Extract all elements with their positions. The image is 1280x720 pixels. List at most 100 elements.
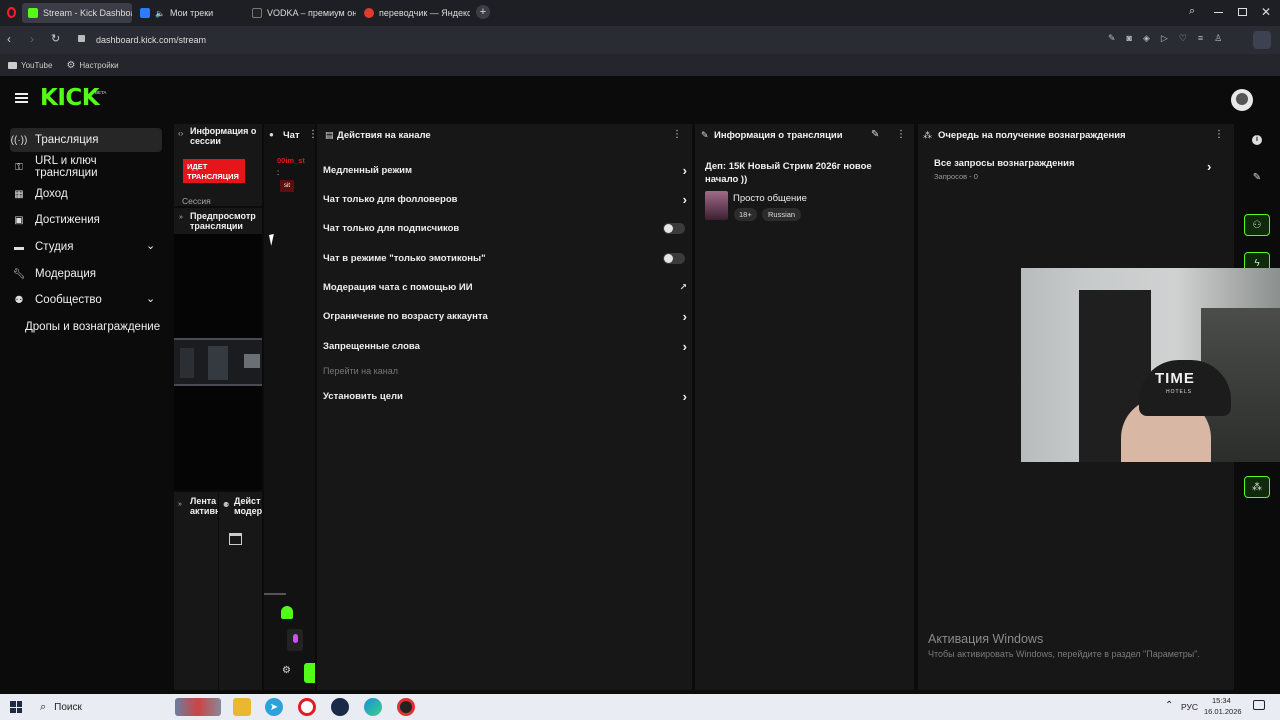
file-explorer-icon[interactable]	[233, 698, 251, 716]
play-icon[interactable]: ▷	[1161, 33, 1168, 44]
row-label: Чат только для фолловеров	[323, 193, 458, 205]
shield-icon[interactable]: ◈	[1143, 33, 1150, 44]
ghost-emote-icon[interactable]	[281, 606, 293, 619]
kick-logo[interactable]: KICK	[40, 85, 100, 111]
hamburger-menu-icon[interactable]	[15, 93, 28, 103]
menu-icon[interactable]: ≡	[1198, 33, 1203, 44]
extension-icon[interactable]	[1253, 31, 1271, 49]
minimize-icon[interactable]	[1214, 12, 1223, 13]
bookmark-label: YouTube	[21, 60, 53, 70]
camera-icon[interactable]: ◙	[1127, 33, 1132, 44]
taskbar-date[interactable]: 16.01.2026	[1204, 707, 1242, 716]
taskbar-search[interactable]: ⌕ Поиск	[34, 697, 169, 717]
sidebar-item-achievements[interactable]: ▣ Достижения	[10, 208, 162, 232]
profile-icon[interactable]: ♙	[1214, 33, 1222, 44]
emote-only-row[interactable]: Чат в режиме "только эмотиконы"	[323, 249, 687, 267]
sidebar-item-studio[interactable]: ▬ Студия ⌄	[10, 235, 162, 259]
telegram-icon[interactable]: ➤	[265, 698, 283, 716]
windows-start-icon[interactable]	[10, 701, 22, 713]
notifications-icon[interactable]	[1253, 700, 1265, 710]
opera-logo-icon[interactable]	[7, 7, 16, 18]
browser-action-icons[interactable]: ✎ ◙ ◈ ▷ ♡ ≡ ♙	[1108, 33, 1222, 44]
tab-my-tracks[interactable]: 🔈 Мои треки	[134, 3, 244, 23]
edge-icon[interactable]	[364, 698, 382, 716]
emote-only-toggle[interactable]	[663, 252, 685, 264]
rewards-shortcut-icon[interactable]: ⁂	[1244, 476, 1270, 498]
sidebar-item-community[interactable]: ⚉ Сообщество ⌄	[10, 288, 162, 312]
actions-icon[interactable]: ⚈	[223, 501, 229, 509]
back-icon[interactable]: ‹	[7, 32, 11, 46]
category-name[interactable]: Просто общение	[733, 193, 807, 204]
go-to-channel-link[interactable]: Перейти на канал	[323, 362, 687, 380]
chevron-down-icon[interactable]: ⌄	[146, 292, 155, 305]
more-icon[interactable]: ⋮	[672, 129, 682, 140]
bookmark-youtube[interactable]: YouTube	[8, 61, 52, 70]
ai-moderation-row[interactable]: Модерация чата с помощью ИИ ↗	[323, 278, 687, 296]
raid-icon[interactable]: ⚇	[1244, 214, 1270, 236]
colon-text: :	[277, 168, 280, 177]
obs-icon[interactable]	[397, 698, 415, 716]
account-age-row[interactable]: Ограничение по возрасту аккаунта ›	[323, 307, 687, 325]
tag-language[interactable]: Russian	[762, 208, 802, 221]
maximize-icon[interactable]	[1238, 8, 1247, 16]
more-icon[interactable]: ⋮	[1214, 129, 1224, 140]
category-thumbnail[interactable]	[705, 191, 728, 220]
language-indicator[interactable]: РУС	[1181, 702, 1198, 712]
info-icon[interactable]: i	[1244, 129, 1270, 151]
close-window-icon[interactable]: ✕	[1261, 5, 1271, 19]
slow-mode-row[interactable]: Медленный режим ›	[323, 161, 687, 179]
money-icon: ▦	[14, 188, 24, 200]
tag-18plus[interactable]: 18+	[734, 208, 757, 221]
tab-kick-dashboard[interactable]: Stream - Kick Dashboard	[22, 3, 132, 23]
chevron-down-icon[interactable]: ⌄	[146, 239, 155, 252]
steam-icon[interactable]	[331, 698, 349, 716]
more-icon[interactable]: ⋮	[896, 129, 906, 140]
expand-icon[interactable]: »	[179, 214, 183, 221]
requests-count: Запросов - 0	[934, 172, 978, 181]
key-icon: ⚿	[15, 161, 23, 173]
all-requests-row[interactable]: Все запросы вознаграждения Запросов - 0 …	[926, 154, 1226, 184]
sidebar-item-url-key[interactable]: ⚿ URL и ключ трансляции	[10, 155, 162, 179]
actions-panel-icon: ▤	[325, 130, 334, 140]
bookmark-settings[interactable]: ⚙ Настройки	[66, 60, 118, 71]
forward-icon[interactable]: ›	[30, 32, 34, 46]
mod-log-icon[interactable]	[229, 533, 242, 545]
avatar[interactable]	[1231, 89, 1253, 111]
widgets-icon[interactable]	[175, 698, 221, 716]
edit-icon[interactable]: ✎	[1108, 33, 1116, 44]
heart-icon[interactable]: ♡	[1179, 33, 1187, 44]
search-tabs-icon[interactable]: ⌕	[1189, 5, 1195, 18]
sidebar-item-drops[interactable]: Дропы и вознаграждение	[10, 315, 162, 339]
banned-words-row[interactable]: Запрещенные слова ›	[323, 337, 687, 355]
tray-chevron-icon[interactable]: ⌃	[1165, 700, 1173, 711]
new-tab-icon[interactable]: +	[476, 5, 490, 19]
session-label: Сессия	[182, 196, 211, 206]
sidebar-item-income[interactable]: ▦ Доход	[10, 182, 162, 206]
chat-username[interactable]: 00im_st	[277, 156, 315, 165]
tab-vodka[interactable]: VODKA – премиум онла	[246, 3, 356, 23]
drag-handle-icon[interactable]: ‹›	[178, 129, 183, 138]
mic-icon[interactable]	[287, 629, 303, 651]
taskbar-time[interactable]: 15:34	[1212, 696, 1231, 705]
subscribers-only-toggle[interactable]	[663, 222, 685, 234]
opera-icon[interactable]	[298, 698, 316, 716]
panel-title: Очередь на получение вознаграждения	[938, 130, 1126, 141]
cap-text: TIME	[1155, 370, 1195, 387]
chevron-right-icon: ›	[1207, 159, 1212, 174]
gear-icon[interactable]: ⚙	[282, 665, 291, 676]
reload-icon[interactable]: ↻	[51, 32, 60, 45]
sidebar-item-broadcast[interactable]: ((·)) Трансляция	[10, 128, 162, 152]
set-goals-row[interactable]: Установить цели ›	[323, 387, 687, 405]
followers-only-row[interactable]: Чат только для фолловеров ›	[323, 190, 687, 208]
sidebar-item-moderation[interactable]: 🔧︎ Модерация	[10, 262, 162, 286]
url-text[interactable]: dashboard.kick.com/stream	[96, 35, 206, 45]
chat-icon: ●	[269, 130, 274, 139]
expand-icon[interactable]: »	[178, 501, 182, 508]
pencil-icon[interactable]: ✎	[1244, 166, 1270, 188]
panel-title: Чат	[283, 130, 300, 141]
tab-yandex-translate[interactable]: переводчик — Яндекс: н	[358, 3, 470, 23]
preview-video[interactable]	[174, 234, 262, 490]
subscribers-only-row[interactable]: Чат только для подписчиков	[323, 219, 687, 237]
send-button[interactable]	[304, 663, 315, 683]
edit-icon[interactable]: ✎	[871, 129, 879, 140]
